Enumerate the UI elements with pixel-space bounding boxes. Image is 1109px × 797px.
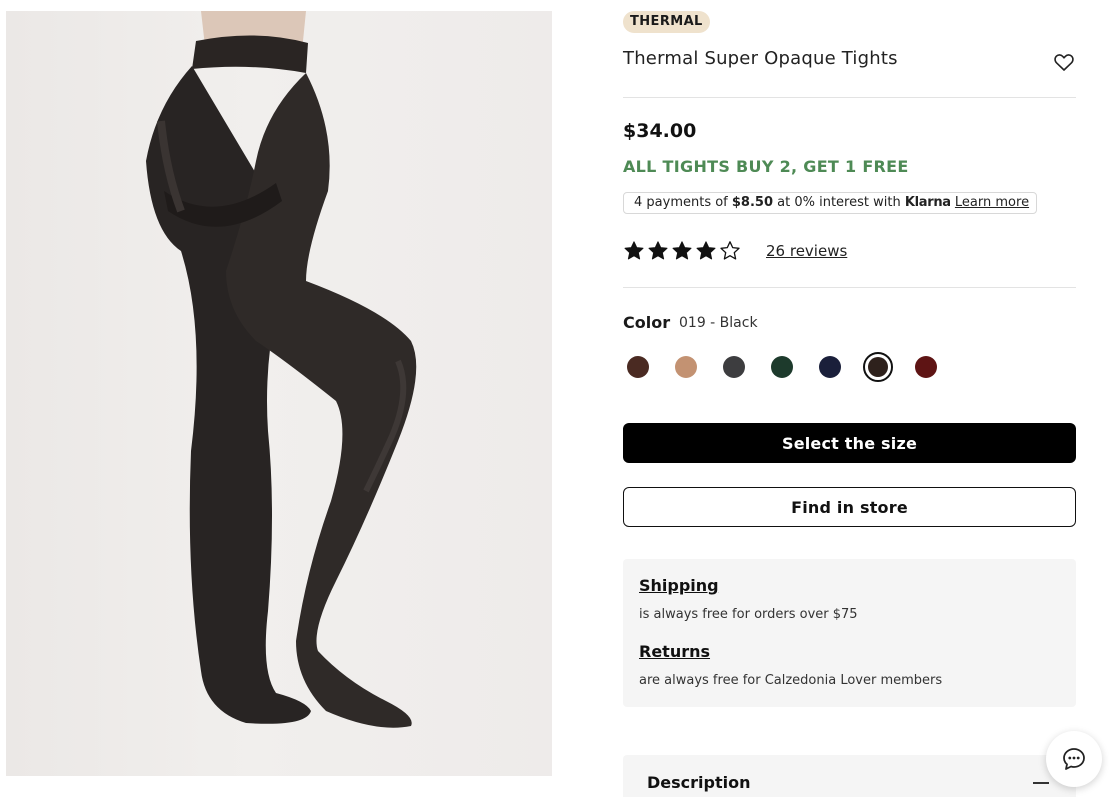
minus-icon[interactable]: [1033, 782, 1049, 784]
color-swatch-dot: [915, 356, 937, 378]
star-filled-icon: [624, 241, 644, 260]
product-page: THERMAL Thermal Super Opaque Tights $34.…: [0, 0, 1109, 797]
returns-link[interactable]: Returns: [639, 642, 710, 661]
chat-button[interactable]: [1046, 731, 1102, 787]
product-price: $34.00: [623, 120, 697, 142]
star-empty-icon: [720, 241, 740, 260]
chat-bubble-icon: [1063, 748, 1085, 770]
color-swatch-dot: [868, 357, 888, 377]
shipping-returns-box: Shipping is always free for orders over …: [623, 559, 1076, 707]
color-swatch[interactable]: [623, 352, 653, 382]
klarna-logo: Klarna: [904, 195, 951, 210]
rating: 26 reviews: [623, 238, 847, 264]
returns-text: are always free for Calzedonia Lover mem…: [639, 673, 943, 688]
product-image[interactable]: [6, 11, 552, 776]
thermal-badge: THERMAL: [623, 11, 710, 33]
klarna-prefix: 4 payments of: [634, 195, 732, 210]
color-swatch[interactable]: [863, 352, 893, 382]
klarna-payment-banner: 4 payments of $8.50 at 0% interest with …: [623, 192, 1037, 214]
description-accordion[interactable]: Description: [623, 755, 1076, 797]
select-size-button[interactable]: Select the size: [623, 423, 1076, 463]
divider: [623, 287, 1076, 288]
shipping-text: is always free for orders over $75: [639, 607, 858, 622]
star-rating: [623, 240, 741, 262]
divider: [623, 97, 1076, 98]
color-selected-value: 019 - Black: [679, 315, 758, 331]
klarna-learn-more-link[interactable]: Learn more: [955, 195, 1029, 210]
color-swatch-dot: [627, 356, 649, 378]
color-swatch-dot: [771, 356, 793, 378]
shipping-link[interactable]: Shipping: [639, 576, 719, 595]
color-swatch[interactable]: [911, 352, 941, 382]
find-in-store-button[interactable]: Find in store: [623, 487, 1076, 527]
color-swatch[interactable]: [815, 352, 845, 382]
star-filled-icon: [648, 241, 668, 260]
color-swatch[interactable]: [767, 352, 797, 382]
klarna-amount: $8.50: [731, 195, 774, 210]
color-swatch-dot: [819, 356, 841, 378]
tights-illustration: [146, 11, 417, 728]
color-swatch[interactable]: [671, 352, 701, 382]
star-filled-icon: [696, 241, 716, 260]
reviews-link[interactable]: 26 reviews: [766, 242, 847, 260]
klarna-middle: at 0% interest with: [773, 195, 905, 210]
heart-outline-icon[interactable]: [1052, 50, 1076, 74]
color-label: Color: [623, 313, 671, 332]
color-swatch[interactable]: [719, 352, 749, 382]
star-filled-icon: [672, 241, 692, 260]
product-title: Thermal Super Opaque Tights: [623, 48, 898, 69]
color-swatch-dot: [675, 356, 697, 378]
promo-text: ALL TIGHTS BUY 2, GET 1 FREE: [623, 157, 909, 176]
color-swatch-dot: [723, 356, 745, 378]
description-label: Description: [647, 773, 751, 792]
